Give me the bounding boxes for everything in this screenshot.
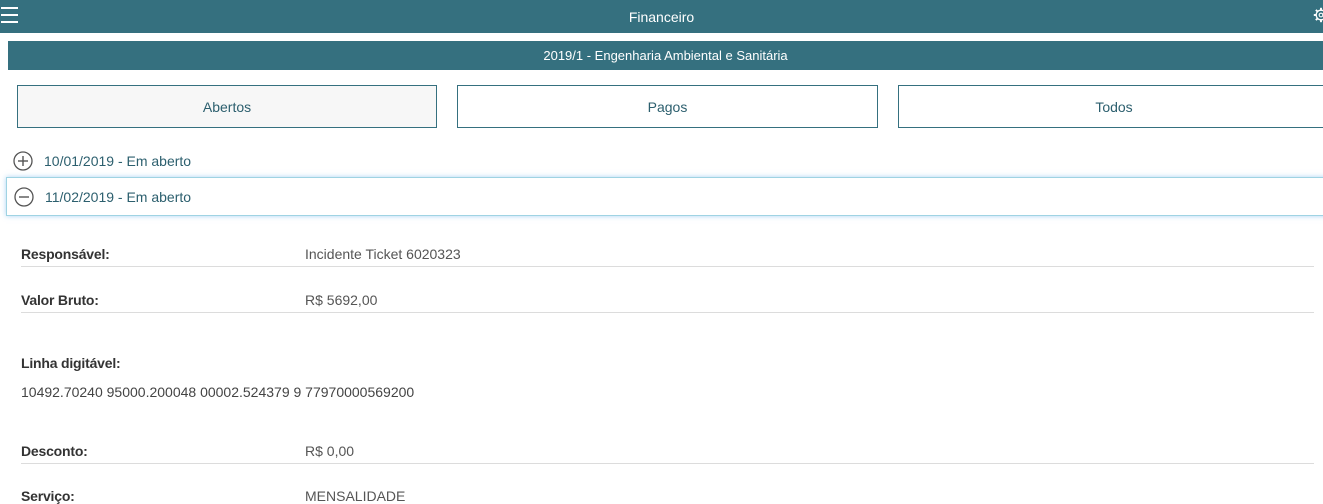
menu-button[interactable] bbox=[0, 2, 22, 28]
installment-label: 11/02/2019 - Em aberto bbox=[45, 188, 192, 205]
installment-row-expanded[interactable]: 11/02/2019 - Em aberto bbox=[6, 177, 1323, 216]
responsavel-label: Responsável: bbox=[21, 246, 110, 262]
linha-digitavel-label-wrap: Linha digitável: bbox=[21, 355, 121, 371]
filter-tabs: Abertos Pagos Todos bbox=[17, 85, 1323, 128]
linha-digitavel-label: Linha digitável: bbox=[21, 355, 121, 371]
responsavel-field: Responsável: Incidente Ticket 6020323 bbox=[21, 246, 1314, 262]
valor-bruto-value: R$ 5692,00 bbox=[305, 292, 378, 308]
desconto-value: R$ 0,00 bbox=[305, 443, 355, 459]
tab-todos[interactable]: Todos bbox=[898, 85, 1323, 128]
gear-icon[interactable] bbox=[1313, 5, 1323, 25]
valor-bruto-label: Valor Bruto: bbox=[21, 292, 99, 308]
app-header: Financeiro bbox=[0, 0, 1323, 33]
desconto-label: Desconto: bbox=[21, 443, 88, 459]
tab-abertos[interactable]: Abertos bbox=[17, 85, 437, 128]
installment-label: 10/01/2019 - Em aberto bbox=[44, 153, 192, 169]
divider bbox=[21, 266, 1314, 267]
course-title: 2019/1 - Engenharia Ambiental e Sanitári… bbox=[543, 48, 788, 63]
course-bar: 2019/1 - Engenharia Ambiental e Sanitári… bbox=[8, 41, 1323, 70]
divider bbox=[21, 312, 1314, 313]
divider bbox=[21, 463, 1314, 464]
tab-pagos[interactable]: Pagos bbox=[457, 85, 878, 128]
minus-circle-icon bbox=[14, 186, 34, 207]
desconto-field: Desconto: R$ 0,00 bbox=[21, 443, 1314, 459]
page-title: Financeiro bbox=[628, 8, 695, 25]
plus-circle-icon bbox=[13, 151, 33, 171]
valor-bruto-field: Valor Bruto: R$ 5692,00 bbox=[21, 292, 1314, 308]
menu-icon bbox=[1, 7, 18, 9]
responsavel-value: Incidente Ticket 6020323 bbox=[305, 246, 461, 262]
linha-digitavel-value: 10492.70240 95000.200048 00002.524379 9 … bbox=[21, 384, 415, 400]
header-divider bbox=[0, 33, 1323, 41]
installment-row-collapsed[interactable]: 10/01/2019 - Em aberto bbox=[8, 150, 191, 172]
